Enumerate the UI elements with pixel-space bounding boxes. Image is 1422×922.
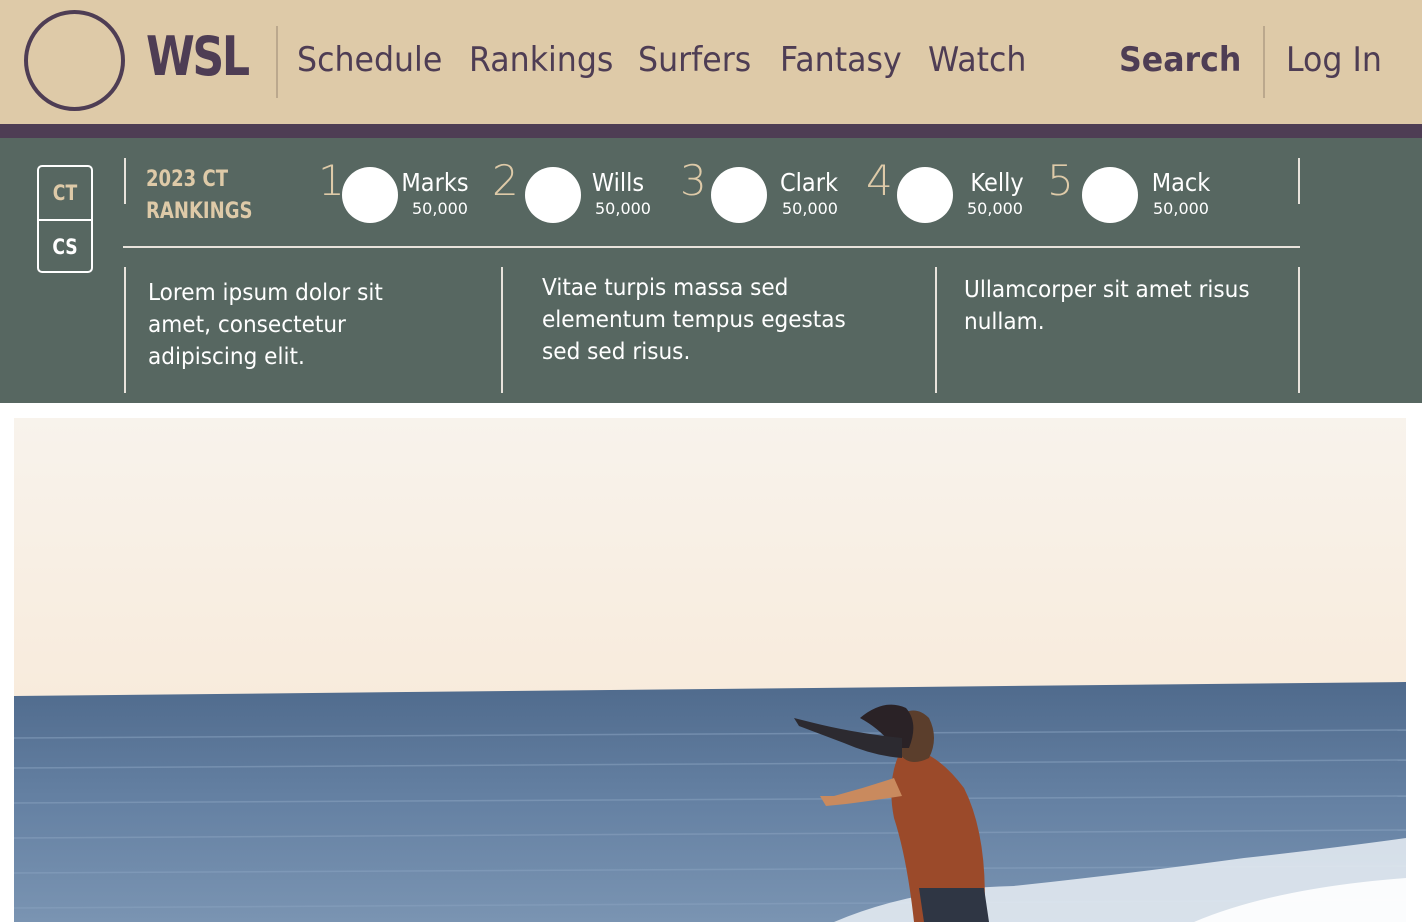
ranking-item[interactable]: 1 Marks 50,000 (318, 156, 508, 226)
panel-divider (1298, 267, 1300, 393)
rank-number: 2 (492, 156, 519, 205)
rank-number: 4 (866, 156, 893, 205)
avatar-placeholder-icon (525, 167, 581, 223)
rankings-panel: CT CS 2023 CT RANKINGS 1 Marks 50,000 2 … (0, 138, 1422, 403)
surf-photo-illustration (14, 418, 1406, 922)
nav-rankings[interactable]: Rankings (469, 38, 613, 82)
rankings-title-year: 2023 CT (146, 167, 229, 192)
surfer-name: Wills (591, 168, 645, 197)
surfer-name: Kelly (970, 168, 1024, 197)
header-accent-bar (0, 124, 1422, 138)
ranking-item[interactable]: 4 Kelly 50,000 (866, 156, 1056, 226)
nav-surfers[interactable]: Surfers (638, 38, 751, 82)
rank-number: 1 (318, 156, 345, 205)
nav-divider (1263, 26, 1265, 98)
nav-divider (276, 26, 278, 98)
rankings-title: 2023 CT RANKINGS (146, 164, 261, 228)
nav-watch[interactable]: Watch (928, 38, 1026, 82)
panel-divider (124, 158, 126, 204)
tour-tab-cs[interactable]: CS (44, 221, 87, 273)
surfer-name: Marks (401, 168, 469, 197)
surfer-points: 50,000 (412, 199, 468, 218)
ranking-item[interactable]: 5 Mack 50,000 (1047, 156, 1237, 226)
panel-rule (123, 246, 1300, 248)
panel-divider (935, 267, 937, 393)
avatar-placeholder-icon (342, 167, 398, 223)
ranking-item[interactable]: 3 Clark 50,000 (680, 156, 870, 226)
panel-divider (124, 267, 126, 393)
surfer-points: 50,000 (967, 199, 1023, 218)
login-button[interactable]: Log In (1286, 38, 1382, 82)
tour-tab-ct[interactable]: CT (44, 167, 87, 219)
surfer-points: 50,000 (782, 199, 838, 218)
rank-number: 3 (680, 156, 707, 205)
avatar-placeholder-icon (711, 167, 767, 223)
news-blurb[interactable]: Vitae turpis massa sed elementum tempus … (542, 272, 866, 368)
search-button[interactable]: Search (1119, 38, 1241, 82)
rank-number: 5 (1047, 156, 1074, 205)
circle-logo-icon[interactable] (24, 10, 125, 111)
top-navigation: WSL Schedule Rankings Surfers Fantasy Wa… (0, 0, 1422, 124)
tour-toggle: CT CS (37, 165, 93, 273)
news-blurb[interactable]: Lorem ipsum dolor sit amet, consectetur … (148, 277, 411, 373)
rankings-title-label: RANKINGS (146, 199, 253, 224)
news-blurb[interactable]: Ullamcorper sit amet risus nullam. (964, 274, 1274, 338)
surfer-points: 50,000 (595, 199, 651, 218)
avatar-placeholder-icon (1082, 167, 1138, 223)
brand-logo-text[interactable]: WSL (146, 22, 250, 92)
hero-image[interactable] (14, 418, 1406, 922)
panel-divider (1298, 158, 1300, 204)
surfer-name: Mack (1151, 168, 1211, 197)
nav-fantasy[interactable]: Fantasy (780, 38, 902, 82)
surfer-name: Clark (779, 168, 839, 197)
panel-divider (501, 267, 503, 393)
ranking-item[interactable]: 2 Wills 50,000 (492, 156, 682, 226)
avatar-placeholder-icon (897, 167, 953, 223)
nav-schedule[interactable]: Schedule (297, 38, 442, 82)
surfer-points: 50,000 (1153, 199, 1209, 218)
